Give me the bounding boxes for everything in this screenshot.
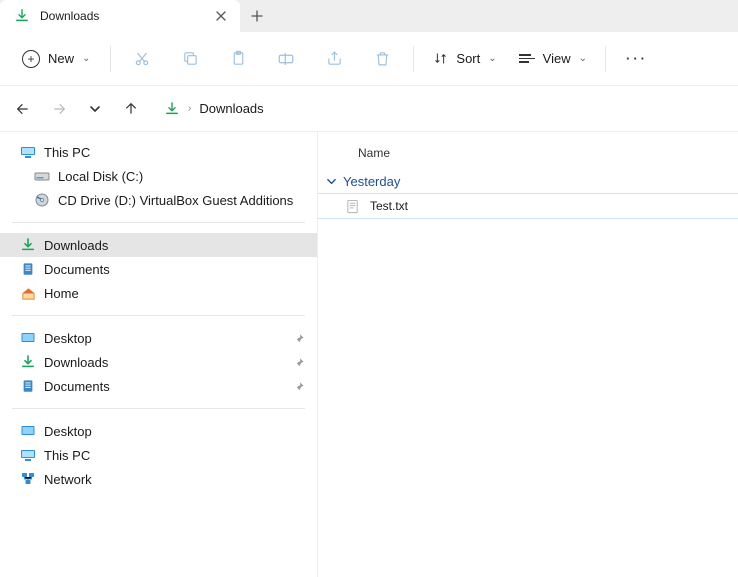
new-tab-button[interactable] <box>240 0 274 32</box>
sidebar-item-label: Home <box>44 286 79 301</box>
sidebar-item-this-pc-2[interactable]: This PC <box>0 443 317 467</box>
sidebar-item-cd-drive[interactable]: CD Drive (D:) VirtualBox Guest Additions <box>0 188 317 212</box>
sort-button[interactable]: Sort ⌄ <box>424 51 504 67</box>
nav-row: › Downloads <box>0 86 738 132</box>
new-button-label: New <box>48 51 74 66</box>
sidebar-item-label: Downloads <box>44 355 108 370</box>
sidebar-item-label: Local Disk (C:) <box>58 169 143 184</box>
sidebar-item-label: Documents <box>44 379 110 394</box>
pc-icon <box>20 144 36 160</box>
sidebar-item-label: This PC <box>44 448 90 463</box>
text-file-icon <box>344 198 360 214</box>
network-icon <box>20 471 36 487</box>
sidebar-item-label: Desktop <box>44 331 92 346</box>
document-icon <box>20 261 36 277</box>
divider <box>12 408 305 409</box>
address-bar[interactable]: › Downloads <box>156 101 726 117</box>
chevron-right-icon: › <box>188 103 191 114</box>
plus-circle-icon: + <box>22 50 40 68</box>
chevron-down-icon: ⌄ <box>488 53 496 64</box>
disc-icon <box>34 192 50 208</box>
sidebar-item-documents[interactable]: Documents <box>0 257 317 281</box>
breadcrumb-current[interactable]: Downloads <box>199 101 263 116</box>
recent-locations-button[interactable] <box>84 103 106 115</box>
home-icon <box>20 285 36 301</box>
pin-icon <box>294 333 305 344</box>
group-label: Yesterday <box>343 174 400 189</box>
sidebar-item-desktop[interactable]: Desktop <box>0 419 317 443</box>
chevron-down-icon <box>326 176 337 187</box>
sidebar-item-desktop-pinned[interactable]: Desktop <box>0 326 317 350</box>
disk-icon <box>34 168 50 184</box>
close-tab-button[interactable] <box>212 7 230 25</box>
sort-icon <box>432 51 448 67</box>
sidebar-item-label: Desktop <box>44 424 92 439</box>
sidebar-item-downloads[interactable]: Downloads <box>0 233 317 257</box>
rename-button[interactable] <box>265 39 307 79</box>
pin-icon <box>294 381 305 392</box>
tab-title: Downloads <box>40 9 99 23</box>
group-header-yesterday[interactable]: Yesterday <box>318 170 738 193</box>
forward-button[interactable] <box>48 101 70 117</box>
download-icon <box>20 237 36 253</box>
sidebar-item-home[interactable]: Home <box>0 281 317 305</box>
back-button[interactable] <box>12 101 34 117</box>
chevron-down-icon: ⌄ <box>579 53 587 64</box>
download-icon <box>164 101 180 117</box>
up-button[interactable] <box>120 101 142 117</box>
desktop-icon <box>20 423 36 439</box>
sidebar-item-label: CD Drive (D:) VirtualBox Guest Additions <box>58 193 293 208</box>
view-icon <box>519 52 535 65</box>
pc-icon <box>20 447 36 463</box>
tab-downloads[interactable]: Downloads <box>0 0 240 32</box>
sidebar-item-label: Downloads <box>44 238 108 253</box>
tab-bar: Downloads <box>0 0 738 32</box>
sidebar-item-label: This PC <box>44 145 90 160</box>
divider <box>12 315 305 316</box>
divider <box>12 222 305 223</box>
new-button[interactable]: + New ⌄ <box>12 44 100 74</box>
sidebar-item-label: Network <box>44 472 92 487</box>
file-name: Test.txt <box>370 199 408 213</box>
separator <box>413 46 414 72</box>
chevron-down-icon: ⌄ <box>82 53 90 64</box>
download-icon <box>20 354 36 370</box>
separator <box>110 46 111 72</box>
file-row[interactable]: Test.txt <box>318 193 738 219</box>
view-label: View <box>543 51 571 66</box>
more-button[interactable]: ··· <box>616 51 658 66</box>
separator <box>605 46 606 72</box>
view-button[interactable]: View ⌄ <box>511 51 595 66</box>
share-button[interactable] <box>313 39 355 79</box>
sort-label: Sort <box>456 51 480 66</box>
sidebar-item-local-disk[interactable]: Local Disk (C:) <box>0 164 317 188</box>
download-icon <box>14 8 30 24</box>
sidebar-item-this-pc[interactable]: This PC <box>0 140 317 164</box>
desktop-icon <box>20 330 36 346</box>
sidebar-item-label: Documents <box>44 262 110 277</box>
cut-button[interactable] <box>121 39 163 79</box>
delete-button[interactable] <box>361 39 403 79</box>
sidebar: This PC Local Disk (C:) CD Drive (D:) Vi… <box>0 132 318 577</box>
sidebar-item-network[interactable]: Network <box>0 467 317 491</box>
copy-button[interactable] <box>169 39 211 79</box>
column-header-name[interactable]: Name <box>318 146 738 170</box>
toolbar: + New ⌄ Sort ⌄ View ⌄ ··· <box>0 32 738 86</box>
document-icon <box>20 378 36 394</box>
pin-icon <box>294 357 305 368</box>
paste-button[interactable] <box>217 39 259 79</box>
sidebar-item-documents-pinned[interactable]: Documents <box>0 374 317 398</box>
sidebar-item-downloads-pinned[interactable]: Downloads <box>0 350 317 374</box>
file-list-pane: Name Yesterday Test.txt <box>318 132 738 577</box>
